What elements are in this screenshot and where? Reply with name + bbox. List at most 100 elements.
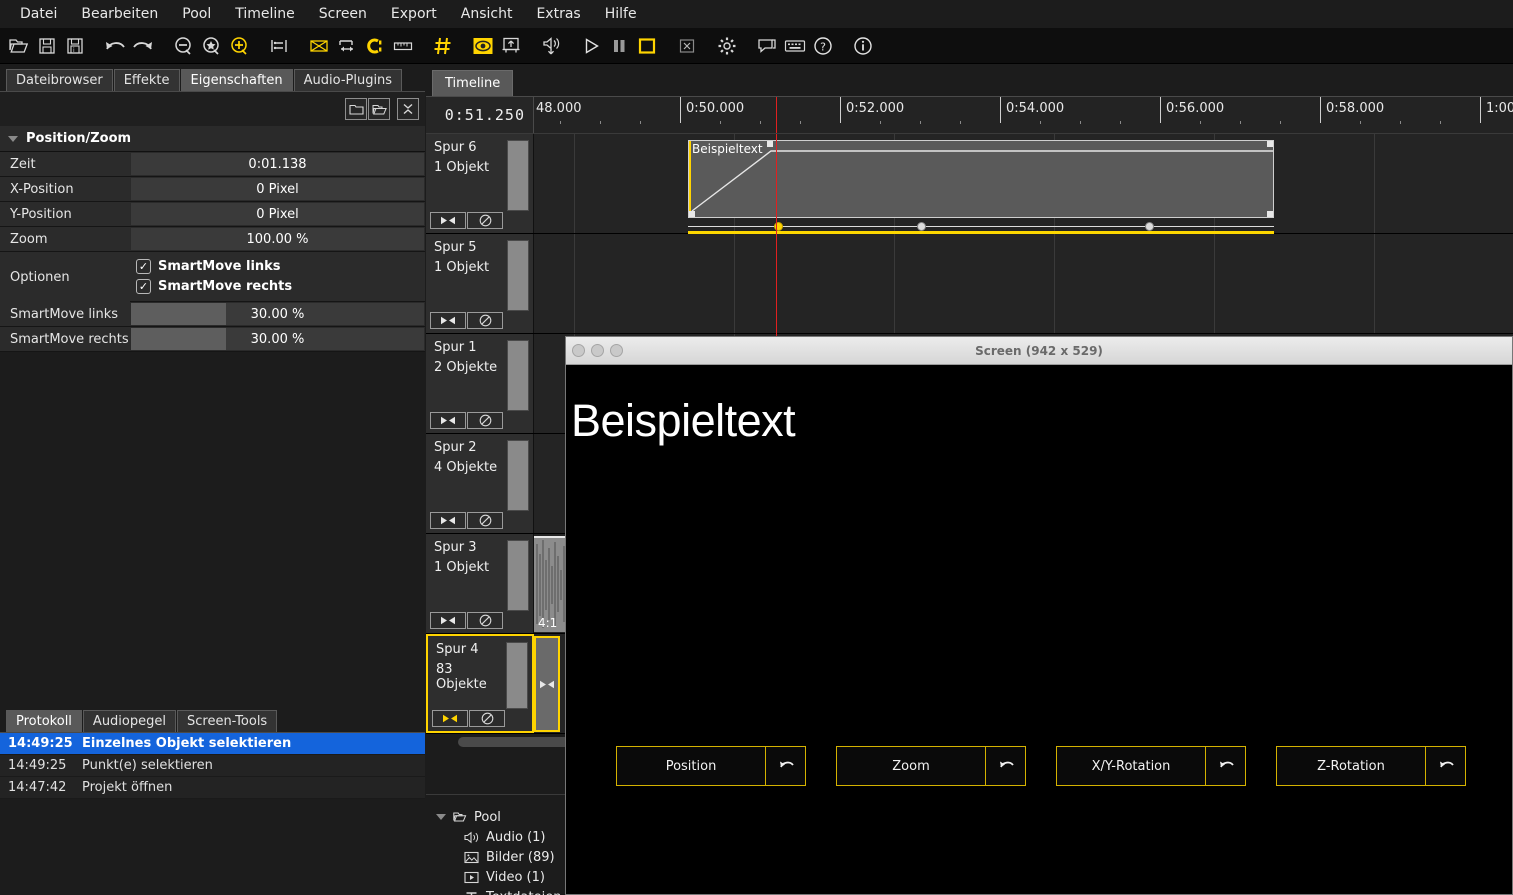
property-value-zoom[interactable]: 100.00 % — [130, 227, 425, 251]
track-fader[interactable] — [506, 642, 528, 709]
playhead[interactable] — [776, 234, 777, 334]
property-row-zeit[interactable]: Zeit 0:01.138 — [0, 152, 425, 177]
property-group-header[interactable]: Position/Zoom — [0, 126, 425, 152]
property-value-x-position[interactable]: 0 Pixel — [130, 177, 425, 201]
playhead[interactable] — [776, 134, 777, 234]
menu-item-extras[interactable]: Extras — [524, 3, 592, 25]
log-entry[interactable]: 14:49:25 Punkt(e) selektieren — [0, 755, 425, 777]
track-mute-icon[interactable] — [467, 512, 503, 529]
slider-smartmove-links[interactable]: 30.00 % — [130, 302, 425, 326]
checkbox-smartmove-rechts[interactable]: ✓ SmartMove rechts — [136, 279, 425, 294]
property-row-zoom[interactable]: Zoom 100.00 % — [0, 227, 425, 252]
menu-item-datei[interactable]: Datei — [8, 3, 69, 25]
grid-icon[interactable] — [430, 33, 456, 59]
screen-preview-window[interactable]: Screen (942 x 529) Beispieltext Position… — [565, 336, 1513, 895]
tab-eigenschaften[interactable]: Eigenschaften — [180, 69, 293, 91]
track-body[interactable] — [534, 234, 1513, 334]
track-fader[interactable] — [507, 340, 529, 411]
log-entry[interactable]: 14:47:42 Projekt öffnen — [0, 777, 425, 799]
tab-screen-tools[interactable]: Screen-Tools — [176, 710, 278, 732]
track-solo-icon-active[interactable] — [432, 710, 468, 727]
tab-protokoll[interactable]: Protokoll — [6, 710, 82, 732]
track-solo-icon[interactable] — [430, 412, 466, 429]
close-box-icon[interactable] — [674, 33, 700, 59]
track-mute-icon[interactable] — [469, 710, 505, 727]
track-header[interactable]: Spur 3 1 Objekt — [426, 534, 534, 633]
play-icon[interactable] — [578, 33, 604, 59]
checkmark-icon[interactable]: ✓ — [136, 259, 151, 274]
pause-icon[interactable] — [606, 33, 632, 59]
tab-audio-plugins[interactable]: Audio-Plugins — [293, 69, 403, 91]
crossfade-icon[interactable] — [306, 33, 332, 59]
range-icon[interactable] — [266, 33, 292, 59]
open-folder-button[interactable] — [368, 98, 390, 120]
stop-icon[interactable] — [634, 33, 660, 59]
redo-icon[interactable] — [130, 33, 156, 59]
track-fader[interactable] — [507, 540, 529, 611]
save-as-icon[interactable]: i — [62, 33, 88, 59]
collapse-button[interactable] — [397, 98, 419, 120]
checkmark-icon[interactable]: ✓ — [136, 279, 151, 294]
track-spur-5[interactable]: Spur 5 1 Objekt — [426, 234, 1513, 334]
chat-icon[interactable] — [754, 33, 780, 59]
xy-rotation-button[interactable]: X/Y-Rotation — [1056, 746, 1246, 786]
position-reset-icon[interactable] — [765, 747, 805, 785]
track-fader[interactable] — [507, 240, 529, 311]
menu-item-ansicht[interactable]: Ansicht — [449, 3, 525, 25]
track-solo-icon[interactable] — [430, 212, 466, 229]
track-header[interactable]: Spur 1 2 Objekte — [426, 334, 534, 433]
track-solo-icon[interactable] — [430, 512, 466, 529]
screen-window-titlebar[interactable]: Screen (942 x 529) — [566, 337, 1512, 365]
timecode-display[interactable]: 0:51.250 — [426, 97, 534, 133]
track-mute-icon[interactable] — [467, 312, 503, 329]
zoom-in-icon[interactable] — [226, 33, 252, 59]
track-mute-icon[interactable] — [467, 412, 503, 429]
log-entry[interactable]: 14:49:25 Einzelnes Objekt selektieren — [0, 733, 425, 755]
track-header[interactable]: Spur 2 4 Objekte — [426, 434, 534, 533]
track-spur-6[interactable]: Spur 6 1 Objekt Beispieltext — [426, 134, 1513, 247]
position-button[interactable]: Position — [616, 746, 806, 786]
clip-handle-tr[interactable] — [1267, 141, 1273, 147]
menu-item-bearbeiten[interactable]: Bearbeiten — [69, 3, 170, 25]
menu-item-pool[interactable]: Pool — [170, 3, 223, 25]
menu-item-hilfe[interactable]: Hilfe — [593, 3, 649, 25]
track-header-selected[interactable]: Spur 4 83 Objekte — [426, 634, 534, 733]
menu-item-screen[interactable]: Screen — [307, 3, 379, 25]
zoom-reset-icon[interactable] — [985, 747, 1025, 785]
track-fader[interactable] — [507, 440, 529, 511]
timeline-ruler[interactable]: 48.000 0:50.000 0:52.000 0:54.000 0:56.0… — [534, 97, 1513, 133]
property-value-zeit[interactable]: 0:01.138 — [130, 152, 425, 176]
track-header[interactable]: Spur 5 1 Objekt — [426, 234, 534, 333]
open-folder-icon[interactable] — [6, 33, 32, 59]
tab-effekte[interactable]: Effekte — [113, 69, 180, 91]
chevron-down-icon[interactable] — [436, 814, 446, 820]
track-solo-icon[interactable] — [430, 312, 466, 329]
property-row-y-position[interactable]: Y-Position 0 Pixel — [0, 202, 425, 227]
property-value-y-position[interactable]: 0 Pixel — [130, 202, 425, 226]
slider-smartmove-rechts[interactable]: 30.00 % — [130, 327, 425, 351]
menu-item-export[interactable]: Export — [379, 3, 449, 25]
undo-icon[interactable] — [102, 33, 128, 59]
track-mute-icon[interactable] — [467, 612, 503, 629]
clip-handle-top[interactable] — [767, 141, 773, 147]
zoom-fit-icon[interactable] — [198, 33, 224, 59]
clip-handle-bl[interactable] — [689, 211, 695, 217]
keyframe[interactable] — [917, 222, 926, 231]
zoom-out-icon[interactable] — [170, 33, 196, 59]
z-rotation-reset-icon[interactable] — [1425, 747, 1465, 785]
track-body[interactable]: Beispieltext 0:07.325 — [534, 134, 1513, 247]
audio-download-icon[interactable] — [538, 33, 564, 59]
track-mute-icon[interactable] — [467, 212, 503, 229]
track-solo-icon[interactable] — [430, 612, 466, 629]
selected-clip[interactable] — [534, 636, 560, 732]
keyframe[interactable] — [1145, 222, 1154, 231]
slider-row-smartmove-links[interactable]: SmartMove links 30.00 % — [0, 302, 425, 327]
ruler-icon[interactable] — [390, 33, 416, 59]
gear-icon[interactable] — [714, 33, 740, 59]
screen-preview-canvas[interactable]: Beispieltext Position Zoom X/Y-Rotation … — [566, 365, 1512, 894]
checkbox-smartmove-links[interactable]: ✓ SmartMove links — [136, 259, 425, 274]
preview-eye-icon[interactable] — [470, 33, 496, 59]
property-row-x-position[interactable]: X-Position 0 Pixel — [0, 177, 425, 202]
save-icon[interactable] — [34, 33, 60, 59]
track-header[interactable]: Spur 6 1 Objekt — [426, 134, 534, 233]
